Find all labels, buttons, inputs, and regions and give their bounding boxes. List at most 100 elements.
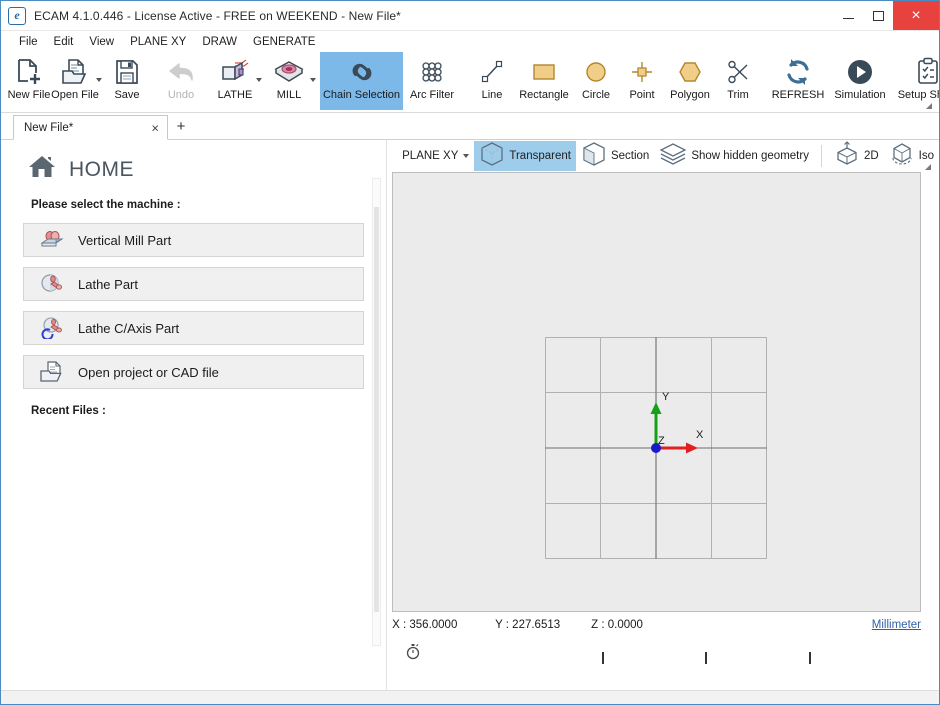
lathe-button[interactable]: LATHE [212, 52, 262, 110]
viewport-toolbar: PLANE XY Transparent Section Show hidden… [387, 140, 939, 172]
lathe-dropdown-icon[interactable] [256, 78, 262, 82]
cube-section-icon [581, 141, 607, 172]
machine-list: Vertical Mill Part Lathe Part Lathe C/Ax… [1, 223, 386, 389]
chain-selection-label: Chain Selection [322, 89, 401, 101]
unit-link[interactable]: Millimeter [872, 619, 921, 631]
document-tab[interactable]: New File* × [13, 115, 168, 140]
menu-item-plane-xy[interactable]: PLANE XY [122, 34, 194, 50]
transparent-label: Transparent [509, 150, 571, 162]
z-coordinate: Z : 0.0000 [591, 619, 643, 631]
application-window: e ECAM 4.1.0.446 - License Active - FREE… [0, 0, 940, 705]
circle-icon [582, 56, 610, 87]
arc-filter-label: Arc Filter [410, 89, 454, 101]
mill-dropdown-icon[interactable] [310, 78, 316, 82]
open-file-dropdown-icon[interactable] [96, 78, 102, 82]
viewport-grid: Y X Z [490, 282, 823, 611]
window-title: ECAM 4.1.0.446 - License Active - FREE o… [34, 8, 401, 23]
trim-label: Trim [727, 89, 749, 101]
trim-button[interactable]: Trim [715, 52, 761, 110]
open-file-label: Open File [51, 89, 99, 101]
menu-item-draw[interactable]: DRAW [194, 34, 245, 50]
arc-filter-button[interactable]: Arc Filter [403, 52, 461, 110]
arc-filter-icon [416, 56, 448, 87]
clipboard-check-icon [915, 56, 939, 87]
machine-label: Lathe Part [78, 276, 138, 292]
play-icon [845, 56, 875, 87]
circle-label: Circle [581, 89, 611, 101]
maximize-button[interactable] [863, 1, 893, 30]
stopwatch-icon[interactable] [405, 642, 421, 665]
vertical-mill-icon [40, 228, 66, 252]
line-button[interactable]: Line [469, 52, 515, 110]
point-button[interactable]: Point [619, 52, 665, 110]
add-tab-button[interactable]: + [168, 114, 194, 139]
mill-button[interactable]: MILL [266, 52, 316, 110]
section-toggle[interactable]: Section [576, 141, 654, 171]
polygon-label: Polygon [670, 89, 710, 101]
home-header: HOME [1, 154, 386, 185]
show-hidden-geometry-label: Show hidden geometry [691, 150, 809, 162]
lathe-part-icon [40, 272, 66, 296]
new-file-label: New File [7, 89, 51, 101]
menu-item-view[interactable]: View [81, 34, 122, 50]
line-label: Line [481, 89, 503, 101]
vertical-mill-part-button[interactable]: Vertical Mill Part [23, 223, 365, 257]
polygon-button[interactable]: Polygon [665, 52, 715, 110]
main-content: HOME Please select the machine : Vertica… [1, 140, 939, 690]
document-tab-label: New File* [24, 121, 74, 134]
refresh-button[interactable]: REFRESH [769, 52, 827, 110]
cad-viewport[interactable]: Y X Z [392, 172, 921, 612]
minimize-button[interactable] [833, 1, 863, 30]
title-bar: e ECAM 4.1.0.446 - License Active - FREE… [1, 1, 939, 31]
save-button[interactable]: Save [104, 52, 150, 110]
open-file-button[interactable]: Open File [51, 52, 102, 110]
menu-item-file[interactable]: File [11, 34, 46, 50]
viewport-column: PLANE XY Transparent Section Show hidden… [387, 140, 939, 690]
lathe-part-button[interactable]: Lathe Part [23, 267, 365, 301]
point-label: Point [629, 89, 655, 101]
maximize-icon [872, 10, 884, 21]
show-hidden-geometry-toggle[interactable]: Show hidden geometry [654, 141, 814, 171]
app-logo-icon: e [8, 6, 26, 25]
viewport-toolbar-expand-icon[interactable] [925, 164, 931, 170]
open-file-icon [61, 56, 89, 87]
simulation-label: Simulation [834, 89, 886, 101]
rectangle-button[interactable]: Rectangle [515, 52, 573, 110]
axis-triad-icon: Y X Z [650, 391, 704, 454]
simulation-button[interactable]: Simulation [827, 52, 893, 110]
ribbon-toolbar: New File Open File Save Undo LATHE MILL … [1, 52, 939, 113]
undo-label: Undo [167, 89, 195, 101]
circle-button[interactable]: Circle [573, 52, 619, 110]
machine-select-prompt: Please select the machine : [31, 199, 181, 211]
cube-iso-icon [889, 141, 915, 172]
plane-xy-label: PLANE XY [402, 150, 459, 162]
plane-xy-selector[interactable]: PLANE XY [397, 141, 474, 171]
ruler-tick [809, 652, 812, 664]
undo-button[interactable]: Undo [158, 52, 204, 110]
scrollbar-thumb[interactable] [374, 207, 380, 612]
view-iso-label: Iso [918, 150, 934, 162]
mill-label: MILL [276, 89, 302, 101]
refresh-label: REFRESH [771, 89, 825, 101]
menu-item-edit[interactable]: Edit [46, 34, 82, 50]
chain-selection-button[interactable]: Chain Selection [320, 52, 403, 110]
y-coordinate: Y : 227.6513 [495, 619, 561, 631]
scissors-icon [724, 56, 752, 87]
ribbon-expand-icon[interactable] [926, 103, 932, 109]
bottom-strip [387, 638, 939, 678]
lathe-caxis-part-button[interactable]: Lathe C/Axis Part [23, 311, 365, 345]
machine-label: Lathe C/Axis Part [78, 320, 180, 336]
document-tab-bar: New File* × + [1, 113, 939, 140]
home-panel-scrollbar[interactable] [372, 178, 382, 646]
rectangle-label: Rectangle [519, 89, 569, 101]
menu-item-generate[interactable]: GENERATE [245, 34, 323, 50]
open-project-or-cad-button[interactable]: Open project or CAD file [23, 355, 365, 389]
home-panel: HOME Please select the machine : Vertica… [1, 140, 388, 690]
setup-sheet-button[interactable]: Setup Sheet [893, 52, 939, 110]
chain-link-icon [346, 56, 378, 87]
view-2d-button[interactable]: 2D [829, 140, 884, 171]
close-icon[interactable]: × [151, 121, 159, 134]
transparent-toggle[interactable]: Transparent [474, 141, 576, 171]
close-button[interactable]: × [893, 1, 939, 30]
new-file-button[interactable]: New File [6, 52, 52, 110]
